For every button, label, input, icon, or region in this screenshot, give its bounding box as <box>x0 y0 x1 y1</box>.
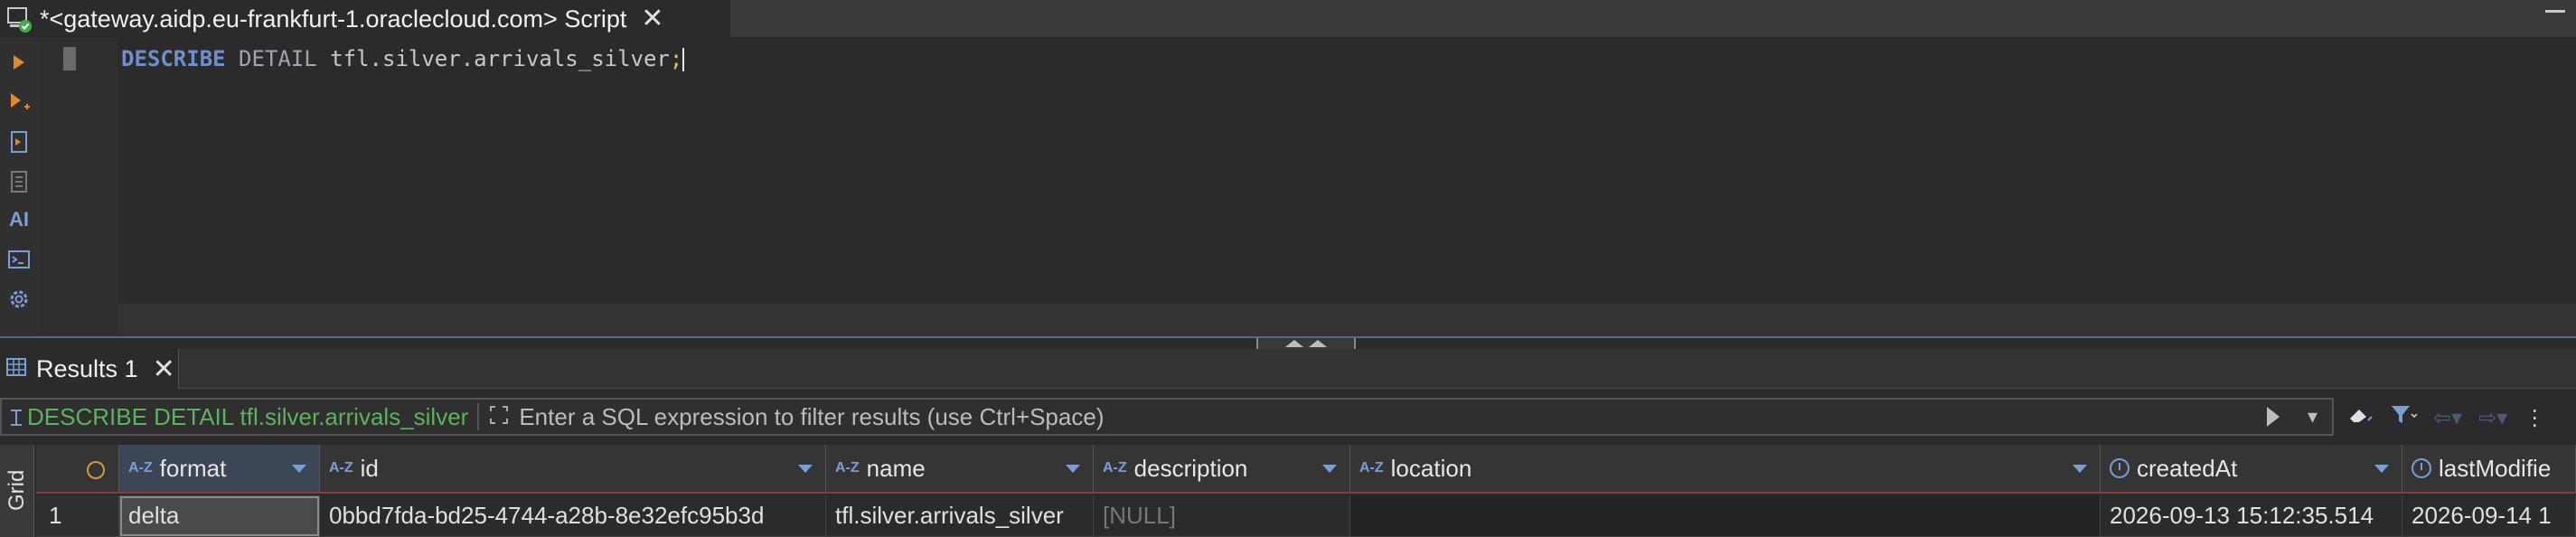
console-icon[interactable] <box>5 246 33 273</box>
editor-gutter <box>40 38 118 336</box>
editor-toolbar: AI <box>0 38 40 336</box>
query-source-label[interactable]: DESCRIBE DETAIL tfl.silver.arrivals_silv… <box>27 403 468 431</box>
column-label: format <box>159 454 227 482</box>
cell-format[interactable]: delta <box>119 495 320 537</box>
sort-dropdown-icon[interactable] <box>1322 465 1337 473</box>
column-label: location <box>1390 454 1472 482</box>
column-header-description[interactable]: A-Z description <box>1094 445 1350 494</box>
results-tab-bar: Results 1 ✕ <box>0 349 2576 389</box>
maximize-icon[interactable] <box>2545 5 2565 13</box>
sort-dropdown-icon[interactable] <box>798 465 813 473</box>
cell-createdat[interactable]: 2026-09-13 15:12:35.514 <box>2101 495 2402 537</box>
column-header-id[interactable]: A-Z id <box>320 445 826 494</box>
datetime-type-icon <box>2411 458 2431 478</box>
filter-history-dropdown-icon[interactable]: ▾ <box>2308 405 2317 429</box>
sort-dropdown-icon[interactable] <box>292 465 306 473</box>
column-header-format[interactable]: A-Z format <box>119 445 320 494</box>
explain-plan-icon[interactable] <box>5 168 33 195</box>
editor-tab-script[interactable]: *<gateway.aidp.eu-frankfurt-1.oracleclou… <box>0 0 730 38</box>
table-row[interactable]: 1 delta 0bbd7fda-bd25-4744-a28b-8e32efc9… <box>36 495 2576 537</box>
column-header-createdat[interactable]: createdAt <box>2101 445 2402 494</box>
column-header-location[interactable]: A-Z location <box>1350 445 2101 494</box>
sort-dropdown-icon[interactable] <box>1066 465 1080 473</box>
cell-lastmodified[interactable]: 2026-09-14 1 <box>2402 495 2576 537</box>
splitter-up-icon <box>1285 340 1303 347</box>
filter-input[interactable]: DESCRIBE DETAIL tfl.silver.arrivals_silv… <box>0 398 2334 436</box>
column-header-name[interactable]: A-Z name <box>826 445 1094 494</box>
sql-keyword-describe: DESCRIBE <box>121 46 226 71</box>
column-header-lastmodified[interactable]: lastModifie <box>2402 445 2576 494</box>
execute-script-icon[interactable] <box>5 128 33 155</box>
results-grid: A-Z format A-Z id A-Z name A-Z descripti… <box>36 445 2576 537</box>
grid-table-icon <box>5 356 27 382</box>
row-number-header[interactable] <box>36 445 119 494</box>
results-tab[interactable]: Results 1 ✕ <box>0 349 179 389</box>
clear-filter-eraser-icon[interactable] <box>2346 404 2374 432</box>
sql-keyword-detail: DETAIL <box>239 46 317 71</box>
filter-separator <box>477 403 480 430</box>
string-type-icon: A-Z <box>835 460 860 476</box>
editor-tab-close-icon[interactable]: ✕ <box>641 5 663 33</box>
execute-in-new-tab-icon[interactable] <box>5 89 33 116</box>
select-all-icon[interactable] <box>87 461 105 479</box>
column-label: name <box>866 454 926 482</box>
execute-statement-icon[interactable] <box>5 49 33 76</box>
filter-funnel-icon[interactable] <box>2390 403 2418 433</box>
sql-code-line[interactable]: DESCRIBE DETAIL tfl.silver.arrivals_silv… <box>121 43 685 74</box>
apply-filter-icon[interactable] <box>2267 407 2280 427</box>
cell-description[interactable]: [NULL] <box>1094 495 1350 537</box>
settings-gear-icon[interactable] <box>5 286 33 313</box>
results-filter-bar: DESCRIBE DETAIL tfl.silver.arrivals_silv… <box>0 394 2576 439</box>
results-tab-title: Results 1 <box>36 354 138 382</box>
column-label: createdAt <box>2137 454 2238 482</box>
panel-splitter[interactable] <box>0 336 2576 351</box>
editor-tab-bar: *<gateway.aidp.eu-frankfurt-1.oracleclou… <box>0 0 2576 38</box>
sort-dropdown-icon[interactable] <box>2073 465 2087 473</box>
string-type-icon: A-Z <box>1103 460 1127 476</box>
column-label: id <box>360 454 379 482</box>
editor-tab-title: *<gateway.aidp.eu-frankfurt-1.oracleclou… <box>40 5 627 33</box>
sql-editor[interactable]: DESCRIBE DETAIL tfl.silver.arrivals_silv… <box>40 38 2576 336</box>
filter-placeholder-text[interactable]: Enter a SQL expression to filter results… <box>519 403 1104 431</box>
ai-assistant-icon[interactable]: AI <box>5 206 33 233</box>
cell-location[interactable] <box>1350 495 2101 537</box>
datetime-type-icon <box>2110 458 2129 478</box>
results-tab-close-icon[interactable]: ✕ <box>153 353 175 385</box>
sort-dropdown-icon[interactable] <box>2374 465 2389 473</box>
grid-view-switcher[interactable]: Grid <box>0 445 34 537</box>
text-caret <box>682 48 685 71</box>
cell-id[interactable]: 0bbd7fda-bd25-4744-a28b-8e32efc95b3d <box>320 495 826 537</box>
splitter-up-icon-2 <box>1309 340 1327 347</box>
history-forward-icon[interactable]: ⇨▾ <box>2478 405 2507 431</box>
column-label: description <box>1133 454 1248 482</box>
sql-table-identifier: tfl.silver.arrivals_silver <box>330 46 670 71</box>
row-number-cell[interactable]: 1 <box>36 495 119 537</box>
sql-terminator: ; <box>669 46 683 71</box>
database-connection-icon <box>5 5 34 33</box>
filter-tools: ⇦▾ ⇨▾ ⋮ <box>2346 403 2545 433</box>
string-type-icon: A-Z <box>128 460 153 476</box>
editor-horizontal-scrollbar[interactable] <box>118 304 2576 336</box>
history-back-icon[interactable]: ⇦▾ <box>2433 405 2462 431</box>
string-type-icon: A-Z <box>1359 460 1384 476</box>
string-type-icon: A-Z <box>329 460 353 476</box>
current-statement-marker <box>63 47 76 71</box>
grid-view-label[interactable]: Grid <box>4 463 31 517</box>
filter-expand-icon[interactable] <box>488 404 510 430</box>
more-options-icon[interactable]: ⋮ <box>2524 405 2545 431</box>
cell-name[interactable]: tfl.silver.arrivals_silver <box>826 495 1094 537</box>
column-label: lastModifie <box>2439 454 2552 482</box>
query-source-icon <box>7 407 25 433</box>
